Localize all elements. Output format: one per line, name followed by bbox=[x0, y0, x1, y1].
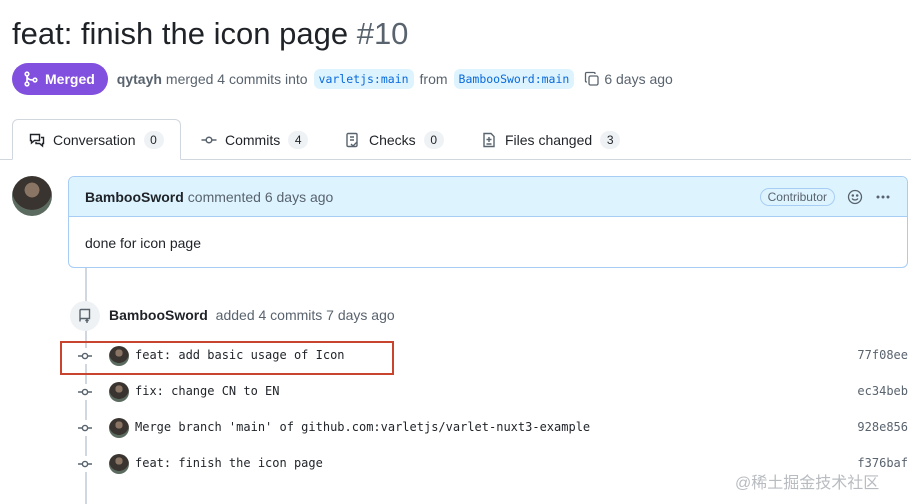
tab-files-changed-count: 3 bbox=[600, 130, 621, 149]
commit-message[interactable]: fix: change CN to EN bbox=[135, 384, 280, 398]
comment-author[interactable]: BambooSword bbox=[85, 189, 184, 205]
tab-checks-label: Checks bbox=[369, 131, 416, 148]
commit-message[interactable]: Merge branch 'main' of github.com:varlet… bbox=[135, 420, 590, 434]
commit-sha[interactable]: ec34beb bbox=[857, 384, 908, 398]
file-diff-icon bbox=[483, 132, 495, 147]
avatar[interactable] bbox=[109, 418, 129, 438]
smiley-icon[interactable] bbox=[847, 189, 863, 205]
comment-header: BambooSword commented 6 days ago Contrib… bbox=[69, 177, 907, 217]
pr-number: #10 bbox=[356, 16, 409, 51]
tab-files-changed[interactable]: Files changed 3 bbox=[481, 119, 621, 160]
tab-checks[interactable]: Checks 0 bbox=[345, 119, 444, 160]
git-commit-icon bbox=[77, 384, 93, 400]
kebab-horizontal-icon[interactable] bbox=[875, 189, 891, 205]
merge-text: merged 4 commits into bbox=[165, 71, 308, 87]
contributor-badge: Contributor bbox=[759, 187, 835, 206]
avatar[interactable] bbox=[109, 454, 129, 474]
tab-files-changed-label: Files changed bbox=[505, 131, 593, 148]
pr-title: feat: finish the icon page bbox=[12, 16, 349, 51]
comment-discussion-icon bbox=[29, 133, 45, 147]
avatar[interactable] bbox=[12, 176, 52, 216]
copy-icon[interactable] bbox=[584, 71, 600, 87]
repo-push-icon bbox=[70, 301, 100, 331]
pr-meta: Merged qytayh merged 4 commits into varl… bbox=[12, 63, 673, 95]
commit-row: fix: change CN to EN ec34beb bbox=[0, 374, 911, 410]
tab-conversation-label: Conversation bbox=[53, 131, 136, 148]
push-action: added 4 commits 7 days ago bbox=[215, 307, 395, 323]
base-branch[interactable]: varletjs:main bbox=[313, 69, 414, 89]
merged-label: Merged bbox=[45, 71, 95, 87]
pr-tabs: Conversation 0 Commits 4 Checks 0 Files … bbox=[0, 119, 911, 160]
git-commit-icon bbox=[77, 420, 93, 436]
comment-body: done for icon page bbox=[85, 235, 201, 251]
page-title: feat: finish the icon page #10 bbox=[12, 16, 408, 52]
checklist-icon bbox=[346, 132, 358, 147]
merge-time: 6 days ago bbox=[604, 71, 673, 87]
commit-message[interactable]: feat: finish the icon page bbox=[135, 456, 323, 470]
head-branch[interactable]: BambooSword:main bbox=[453, 69, 575, 89]
comment-action: commented 6 days ago bbox=[187, 188, 334, 205]
tab-conversation-count: 0 bbox=[143, 130, 164, 149]
commit-row: Merge branch 'main' of github.com:varlet… bbox=[0, 410, 911, 446]
highlight-box bbox=[60, 341, 394, 375]
comment-box: BambooSword commented 6 days ago Contrib… bbox=[68, 176, 908, 268]
commit-sha[interactable]: 77f08ee bbox=[857, 348, 908, 362]
from-text: from bbox=[419, 71, 448, 87]
push-event-text: BambooSword added 4 commits 7 days ago bbox=[109, 307, 395, 323]
watermark: @稀土掘金技术社区 bbox=[735, 475, 880, 492]
tab-conversation[interactable]: Conversation 0 bbox=[12, 119, 181, 160]
commit-sha[interactable]: 928e856 bbox=[857, 420, 908, 434]
tab-commits-label: Commits bbox=[225, 131, 281, 148]
tab-commits[interactable]: Commits 4 bbox=[201, 119, 309, 160]
commit-sha[interactable]: f376baf bbox=[857, 456, 908, 470]
tab-commits-count: 4 bbox=[288, 130, 309, 149]
git-commit-icon bbox=[201, 135, 217, 144]
merged-by-user[interactable]: qytayh bbox=[117, 71, 162, 87]
merged-state-badge: Merged bbox=[12, 63, 108, 95]
push-author[interactable]: BambooSword bbox=[109, 307, 208, 323]
git-commit-icon bbox=[77, 456, 93, 472]
avatar[interactable] bbox=[109, 382, 129, 402]
tab-checks-count: 0 bbox=[423, 130, 444, 149]
merge-icon bbox=[24, 71, 38, 87]
